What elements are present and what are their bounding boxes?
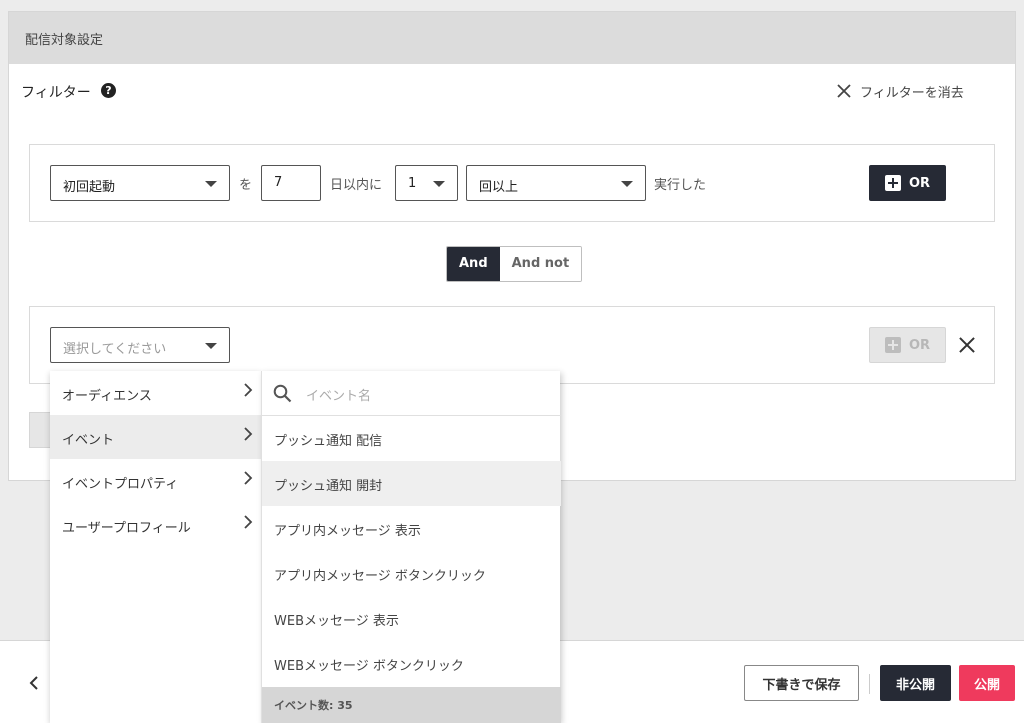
clear-filter-label: フィルターを消去	[860, 85, 964, 101]
caret-down-icon	[205, 343, 217, 349]
clear-filter-button[interactable]: フィルターを消去	[836, 80, 964, 102]
event-item[interactable]: プッシュ通知 配信	[262, 416, 561, 461]
condition-type-placeholder: 選択してください	[63, 342, 167, 357]
category-label: オーディエンス	[62, 389, 152, 404]
event-search-input[interactable]: イベント名	[262, 371, 561, 416]
help-icon[interactable]: ?	[101, 83, 116, 98]
category-item-audience[interactable]: オーディエンス	[50, 371, 261, 415]
event-item[interactable]: WEBメッセージ 表示	[262, 596, 561, 641]
compare-select-value: 回以上	[479, 180, 519, 195]
event-item-label: WEBメッセージ ボタンクリック	[274, 659, 464, 674]
event-select-value: 初回起動	[63, 180, 116, 195]
category-menu: オーディエンス イベント イベントプロパティ ユーザープロフィール	[50, 371, 261, 723]
event-item[interactable]: アプリ内メッセージ 表示	[262, 506, 561, 551]
chevron-right-icon	[244, 471, 253, 485]
category-item-event[interactable]: イベント	[50, 415, 261, 459]
plus-icon	[884, 175, 901, 191]
particle-label: を	[239, 178, 253, 193]
caret-down-icon	[433, 181, 445, 187]
and-not-toggle-button[interactable]: And not	[499, 247, 582, 281]
or-button-label: OR	[908, 337, 931, 353]
panel-header: 配信対象設定	[9, 12, 1015, 64]
category-item-user-profile[interactable]: ユーザープロフィール	[50, 503, 261, 547]
count-select[interactable]: 1	[395, 165, 458, 201]
event-count-bar: イベント数: 35	[262, 687, 561, 723]
footer-divider	[869, 674, 870, 694]
filter-label: フィルター	[21, 85, 91, 101]
category-item-event-property[interactable]: イベントプロパティ	[50, 459, 261, 503]
chevron-right-icon	[244, 515, 253, 529]
logic-toggle: And And not	[446, 246, 583, 282]
chevron-right-icon	[244, 427, 253, 441]
event-select[interactable]: 初回起動	[50, 165, 230, 201]
event-item-label: WEBメッセージ 表示	[274, 614, 399, 629]
event-item-label: プッシュ通知 配信	[274, 434, 383, 449]
panel-title: 配信対象設定	[25, 33, 104, 48]
save-draft-button[interactable]: 下書きで保存	[744, 665, 859, 701]
event-item[interactable]: プッシュ通知 開封	[262, 461, 561, 506]
event-item[interactable]: アプリ内メッセージ ボタンクリック	[262, 551, 561, 596]
event-search-placeholder: イベント名	[306, 389, 372, 404]
event-item[interactable]: WEBメッセージ ボタンクリック	[262, 641, 561, 686]
add-or-button-disabled[interactable]: OR	[869, 327, 946, 363]
executed-label: 実行した	[654, 178, 707, 193]
caret-down-icon	[205, 181, 217, 187]
and-toggle-button[interactable]: And	[447, 247, 500, 281]
category-label: ユーザープロフィール	[62, 521, 191, 536]
add-or-button[interactable]: OR	[869, 165, 946, 201]
days-input[interactable]: 7	[261, 165, 321, 201]
compare-select[interactable]: 回以上	[466, 165, 646, 201]
within-days-label: 日以内に	[330, 178, 383, 193]
condition-type-select[interactable]: 選択してください	[50, 327, 230, 363]
event-item-label: アプリ内メッセージ 表示	[274, 524, 421, 539]
plus-icon	[884, 337, 901, 353]
unpublish-button[interactable]: 非公開	[880, 665, 951, 701]
search-icon	[273, 384, 292, 403]
close-icon	[837, 84, 851, 98]
event-item-label: プッシュ通知 開封	[274, 479, 383, 494]
event-count-label: イベント数: 35	[274, 699, 353, 712]
category-label: イベントプロパティ	[62, 477, 179, 492]
caret-down-icon	[621, 181, 633, 187]
back-chevron-icon[interactable]	[26, 674, 42, 692]
category-label: イベント	[62, 433, 115, 448]
event-menu: イベント名 プッシュ通知 配信 プッシュ通知 開封 アプリ内メッセージ 表示 ア…	[261, 371, 561, 723]
count-select-value: 1	[408, 176, 417, 191]
chevron-right-icon	[244, 383, 253, 397]
remove-condition-icon[interactable]	[959, 337, 975, 353]
publish-button[interactable]: 公開	[959, 665, 1015, 701]
event-item-label: アプリ内メッセージ ボタンクリック	[274, 569, 486, 584]
or-button-label: OR	[908, 175, 931, 191]
